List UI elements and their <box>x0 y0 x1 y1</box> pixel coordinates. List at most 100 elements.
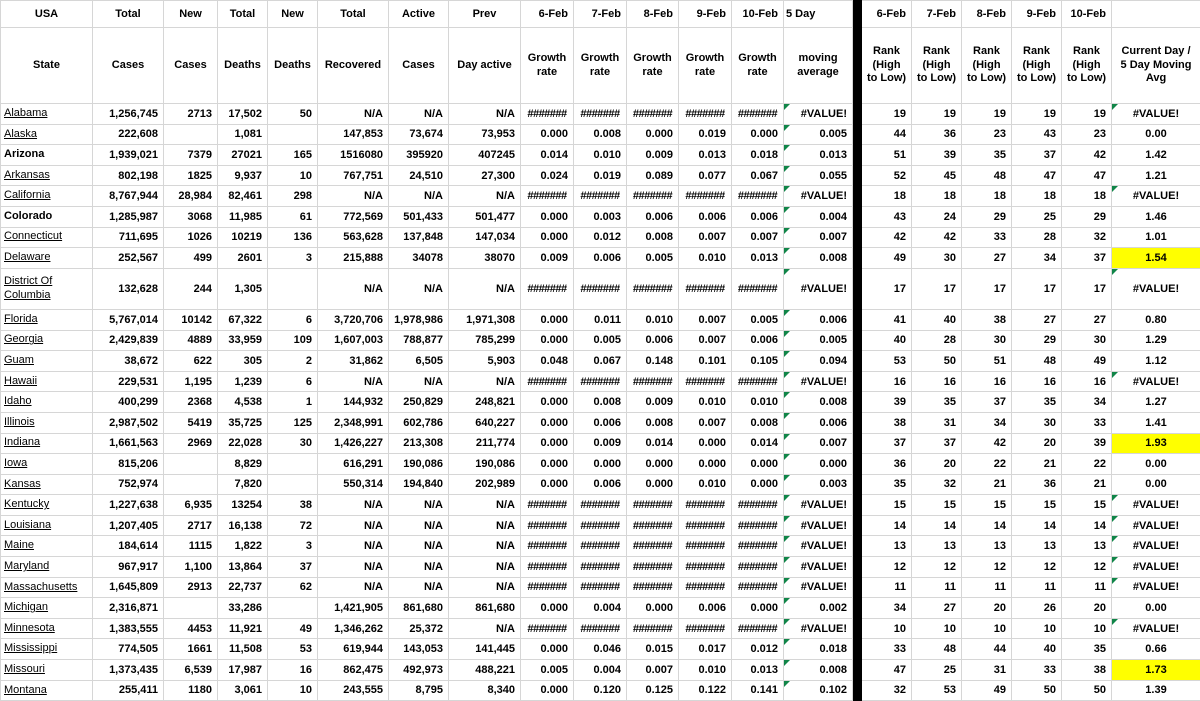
cell-rank-9feb[interactable]: 37 <box>1012 145 1062 166</box>
cell-growth-9feb[interactable]: 0.007 <box>679 309 732 330</box>
cell-total-recovered[interactable]: 862,475 <box>318 660 389 681</box>
cell-rank-8feb[interactable]: 44 <box>962 639 1012 660</box>
header-cell[interactable]: Total <box>218 1 268 28</box>
cell-rank-6feb[interactable]: 19 <box>862 104 912 125</box>
cell-growth-7feb[interactable]: ####### <box>574 536 627 557</box>
state-link[interactable]: Missouri <box>1 660 93 681</box>
cell-current-over-5day-avg[interactable]: 0.00 <box>1112 598 1200 619</box>
cell-growth-8feb[interactable]: 0.006 <box>627 330 679 351</box>
cell-total-cases[interactable]: 1,939,021 <box>93 145 164 166</box>
cell-growth-8feb[interactable]: 0.148 <box>627 351 679 372</box>
cell-current-over-5day-avg[interactable]: #VALUE! <box>1112 536 1200 557</box>
cell-growth-8feb[interactable]: 0.000 <box>627 598 679 619</box>
cell-growth-9feb[interactable]: ####### <box>679 557 732 578</box>
cell-rank-9feb[interactable]: 40 <box>1012 639 1062 660</box>
header-cell[interactable]: 7-Feb <box>574 1 627 28</box>
cell-new-deaths[interactable] <box>268 474 318 495</box>
state-link[interactable]: Kansas <box>1 474 93 495</box>
header-cell[interactable]: Growth rate <box>521 28 574 104</box>
cell-growth-9feb[interactable]: 0.010 <box>679 248 732 269</box>
cell-prev-day-active[interactable]: 202,989 <box>449 474 521 495</box>
cell-rank-10feb[interactable]: 49 <box>1062 351 1112 372</box>
state-link[interactable]: Michigan <box>1 598 93 619</box>
cell-rank-7feb[interactable]: 35 <box>912 392 962 413</box>
cell-rank-7feb[interactable]: 48 <box>912 639 962 660</box>
cell-rank-6feb[interactable]: 52 <box>862 165 912 186</box>
header-cell[interactable]: Cases <box>389 28 449 104</box>
cell-growth-8feb[interactable]: ####### <box>627 557 679 578</box>
cell-new-deaths[interactable]: 165 <box>268 145 318 166</box>
cell-growth-10feb[interactable]: 0.000 <box>732 598 784 619</box>
cell-rank-7feb[interactable]: 28 <box>912 330 962 351</box>
cell-growth-10feb[interactable]: ####### <box>732 557 784 578</box>
cell-rank-9feb[interactable]: 29 <box>1012 330 1062 351</box>
cell-rank-6feb[interactable]: 10 <box>862 618 912 639</box>
cell-active-cases[interactable]: 190,086 <box>389 454 449 475</box>
cell-growth-9feb[interactable]: 0.007 <box>679 412 732 433</box>
cell-growth-9feb[interactable]: ####### <box>679 536 732 557</box>
cell-total-recovered[interactable]: N/A <box>318 557 389 578</box>
cell-growth-8feb[interactable]: ####### <box>627 186 679 207</box>
cell-rank-9feb[interactable]: 10 <box>1012 618 1062 639</box>
cell-prev-day-active[interactable]: N/A <box>449 104 521 125</box>
cell-rank-6feb[interactable]: 47 <box>862 660 912 681</box>
cell-total-deaths[interactable]: 22,737 <box>218 577 268 598</box>
cell-new-cases[interactable]: 2368 <box>164 392 218 413</box>
cell-growth-9feb[interactable]: 0.007 <box>679 227 732 248</box>
cell-current-over-5day-avg[interactable]: #VALUE! <box>1112 577 1200 598</box>
cell-new-deaths[interactable]: 30 <box>268 433 318 454</box>
cell-prev-day-active[interactable]: 141,445 <box>449 639 521 660</box>
cell-new-cases[interactable] <box>164 474 218 495</box>
cell-growth-7feb[interactable]: ####### <box>574 186 627 207</box>
cell-current-over-5day-avg[interactable]: #VALUE! <box>1112 268 1200 309</box>
cell-growth-10feb[interactable]: 0.013 <box>732 660 784 681</box>
cell-growth-9feb[interactable]: 0.077 <box>679 165 732 186</box>
cell-rank-8feb[interactable]: 23 <box>962 124 1012 145</box>
cell-5day-moving-avg[interactable]: #VALUE! <box>784 186 853 207</box>
cell-prev-day-active[interactable]: 211,774 <box>449 433 521 454</box>
cell-growth-7feb[interactable]: 0.005 <box>574 330 627 351</box>
cell-growth-10feb[interactable]: 0.013 <box>732 248 784 269</box>
cell-current-over-5day-avg[interactable]: 0.66 <box>1112 639 1200 660</box>
header-cell[interactable] <box>1112 1 1200 28</box>
state-link[interactable]: Maryland <box>1 557 93 578</box>
cell-growth-7feb[interactable]: 0.120 <box>574 680 627 701</box>
cell-active-cases[interactable]: 137,848 <box>389 227 449 248</box>
cell-rank-7feb[interactable]: 19 <box>912 104 962 125</box>
cell-total-recovered[interactable]: 1,346,262 <box>318 618 389 639</box>
cell-rank-6feb[interactable]: 32 <box>862 680 912 701</box>
cell-growth-9feb[interactable]: 0.010 <box>679 392 732 413</box>
cell-growth-9feb[interactable]: 0.122 <box>679 680 732 701</box>
cell-rank-6feb[interactable]: 12 <box>862 557 912 578</box>
cell-active-cases[interactable]: 395920 <box>389 145 449 166</box>
cell-growth-6feb[interactable]: 0.000 <box>521 330 574 351</box>
header-cell[interactable]: 10-Feb <box>732 1 784 28</box>
cell-total-cases[interactable]: 2,987,502 <box>93 412 164 433</box>
cell-rank-10feb[interactable]: 39 <box>1062 433 1112 454</box>
cell-growth-7feb[interactable]: 0.012 <box>574 227 627 248</box>
cell-growth-10feb[interactable]: ####### <box>732 371 784 392</box>
cell-rank-8feb[interactable]: 16 <box>962 371 1012 392</box>
cell-rank-8feb[interactable]: 48 <box>962 165 1012 186</box>
cell-growth-10feb[interactable]: ####### <box>732 577 784 598</box>
cell-total-cases[interactable]: 1,285,987 <box>93 206 164 227</box>
cell-growth-7feb[interactable]: 0.011 <box>574 309 627 330</box>
cell-current-over-5day-avg[interactable]: 1.39 <box>1112 680 1200 701</box>
header-cell[interactable]: 8-Feb <box>627 1 679 28</box>
cell-total-recovered[interactable]: 147,853 <box>318 124 389 145</box>
cell-new-deaths[interactable]: 2 <box>268 351 318 372</box>
header-cell[interactable]: Rank (High to Low) <box>862 28 912 104</box>
cell-growth-6feb[interactable]: 0.024 <box>521 165 574 186</box>
cell-rank-8feb[interactable]: 49 <box>962 680 1012 701</box>
cell-rank-10feb[interactable]: 38 <box>1062 660 1112 681</box>
cell-new-deaths[interactable]: 49 <box>268 618 318 639</box>
cell-growth-8feb[interactable]: ####### <box>627 618 679 639</box>
state-link[interactable]: Louisiana <box>1 515 93 536</box>
cell-growth-9feb[interactable]: ####### <box>679 186 732 207</box>
cell-rank-7feb[interactable]: 36 <box>912 124 962 145</box>
cell-5day-moving-avg[interactable]: #VALUE! <box>784 104 853 125</box>
cell-total-recovered[interactable]: N/A <box>318 515 389 536</box>
cell-growth-6feb[interactable]: 0.000 <box>521 639 574 660</box>
cell-active-cases[interactable]: 602,786 <box>389 412 449 433</box>
cell-total-deaths[interactable]: 17,987 <box>218 660 268 681</box>
